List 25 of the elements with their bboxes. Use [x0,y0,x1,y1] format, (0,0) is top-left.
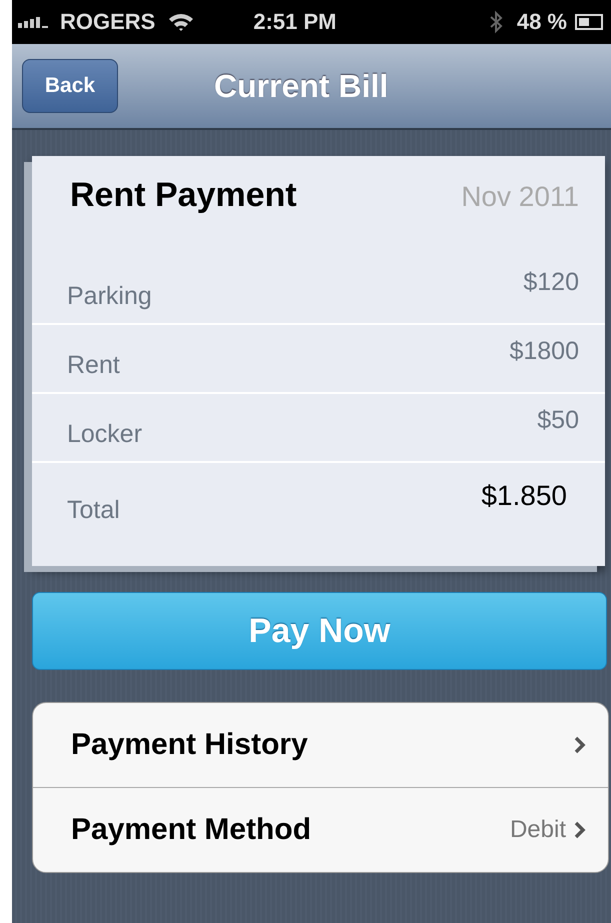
menu-row[interactable]: Payment History [33,703,608,788]
battery-icon [575,14,605,30]
line-label: Parking [67,282,152,311]
chevron-icon [574,821,586,839]
line-amount: $1.850 [481,480,567,512]
menu-row[interactable]: Payment Method Debit [33,788,608,872]
clock-time: 2:51 PM [253,9,337,35]
carrier-name: ROGERS [60,9,156,35]
wifi-icon [167,12,196,32]
menu-label: Payment Method [71,813,312,847]
line-label: Rent [67,351,120,380]
bill-title: Rent Payment [70,176,297,215]
bluetooth-icon [488,10,503,34]
nav-title: Current Bill [214,68,388,104]
menu-label: Payment History [71,728,309,762]
battery-percent: 48 % [516,9,567,35]
menu-value: Debit [510,816,566,844]
line-amount: $1800 [509,337,579,366]
line-amount: $120 [523,268,579,297]
back-button[interactable]: Back [22,59,118,113]
bill-period: Nov 2011 [461,181,579,213]
chevron-icon [574,736,586,754]
line-label: Total [67,496,120,524]
line-amount: $50 [537,406,579,435]
line-label: Locker [67,420,142,449]
